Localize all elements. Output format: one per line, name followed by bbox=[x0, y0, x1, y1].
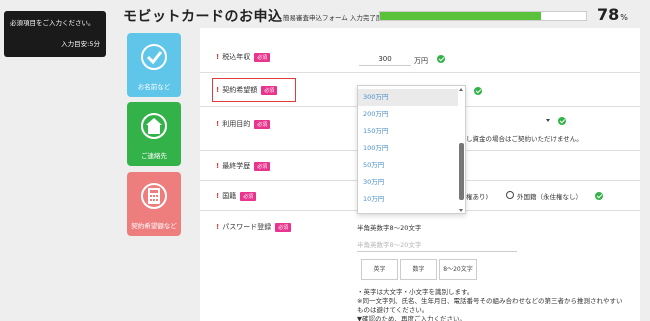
foreign-nationality-radio[interactable] bbox=[506, 191, 514, 199]
scrollbar-thumb[interactable] bbox=[459, 143, 464, 200]
step-name-label: お名前など bbox=[137, 83, 171, 91]
nationality-option-partial[interactable]: 権あり) bbox=[466, 191, 488, 201]
purpose-chevron-down-icon[interactable] bbox=[546, 119, 550, 122]
highlight-box bbox=[212, 78, 296, 102]
dropdown-option[interactable]: 50万円 bbox=[358, 157, 458, 174]
progress-bar-fill bbox=[380, 12, 541, 20]
progress-unit: % bbox=[620, 13, 628, 22]
required-badge: 必須 bbox=[254, 161, 271, 171]
income-input[interactable] bbox=[359, 53, 411, 66]
dropdown-option[interactable]: 150万円 bbox=[358, 123, 458, 140]
required-badge: 必須 bbox=[254, 119, 271, 129]
calculator-icon bbox=[141, 183, 167, 209]
page-title: モビットカードのお申込 bbox=[123, 9, 283, 25]
password-tag-alpha: 英字 bbox=[361, 259, 398, 280]
desired-amount-valid-icon bbox=[474, 87, 482, 95]
purpose-valid-icon bbox=[558, 117, 566, 125]
income-unit: 万円 bbox=[414, 57, 428, 65]
progress-bar bbox=[379, 11, 587, 21]
foreign-nationality-label[interactable]: 外国籍（永住権なし） bbox=[517, 191, 582, 201]
dropdown-option[interactable]: 30万円 bbox=[358, 174, 458, 191]
step-name[interactable]: お名前など bbox=[127, 33, 181, 97]
nationality-label: ! 国籍 必須 bbox=[216, 191, 257, 201]
nationality-valid-icon bbox=[595, 192, 603, 200]
dropdown-scrollbar[interactable] bbox=[459, 88, 464, 212]
password-label: ! パスワード登録 必須 bbox=[216, 222, 292, 232]
dropdown-option[interactable]: 100万円 bbox=[358, 140, 458, 157]
education-label: ! 最終学歴 必須 bbox=[216, 161, 271, 171]
password-note-4: ▼確認のため、再度ご入力ください。 bbox=[357, 315, 466, 321]
required-badge: 必須 bbox=[240, 191, 257, 201]
input-notice: 必須項目をご入力ください。 入力目安:5分 bbox=[4, 11, 106, 57]
progress-percentage: 78% bbox=[597, 5, 628, 24]
purpose-label: ! 利用目的 必須 bbox=[216, 119, 271, 129]
dropdown-option[interactable]: 200万円 bbox=[358, 106, 458, 123]
purpose-note: し資金の場合はご契約いただけません。 bbox=[466, 135, 583, 143]
checkmark-icon bbox=[141, 44, 167, 70]
step-contract[interactable]: 契約希望額など bbox=[127, 172, 181, 236]
desired-amount-dropdown[interactable]: 300万円 200万円 150万円 100万円 50万円 30万円 10万円 bbox=[357, 85, 466, 214]
step-contact-label: ご連絡先 bbox=[141, 152, 167, 160]
scroll-up-icon[interactable] bbox=[459, 88, 463, 91]
required-badge: 必須 bbox=[275, 222, 292, 232]
income-label: ! 税込年収 必須 bbox=[216, 52, 271, 62]
scroll-down-icon[interactable] bbox=[459, 209, 463, 212]
password-tag-length: 8～20文字 bbox=[439, 259, 477, 280]
house-icon bbox=[141, 113, 167, 139]
income-valid-icon bbox=[437, 55, 445, 63]
step-contract-label: 契約希望額など bbox=[131, 222, 177, 230]
dropdown-option[interactable]: 300万円 bbox=[358, 89, 458, 106]
notice-required-text: 必須項目をご入力ください。 bbox=[10, 19, 95, 27]
password-tag-digit: 数字 bbox=[400, 259, 437, 280]
notice-time-estimate: 入力目安:5分 bbox=[61, 40, 100, 48]
progress-label: 簡易審査申込フォーム 入力完了度 bbox=[283, 14, 383, 22]
password-rule: 半角英数字8～20文字 bbox=[357, 224, 422, 232]
dropdown-option[interactable]: 10万円 bbox=[358, 191, 458, 208]
income-row: ! 税込年収 必須 bbox=[200, 28, 640, 73]
progress-value: 78 bbox=[597, 5, 620, 24]
required-badge: 必須 bbox=[254, 52, 271, 62]
password-input[interactable] bbox=[357, 238, 517, 252]
step-contact[interactable]: ご連絡先 bbox=[127, 102, 181, 166]
